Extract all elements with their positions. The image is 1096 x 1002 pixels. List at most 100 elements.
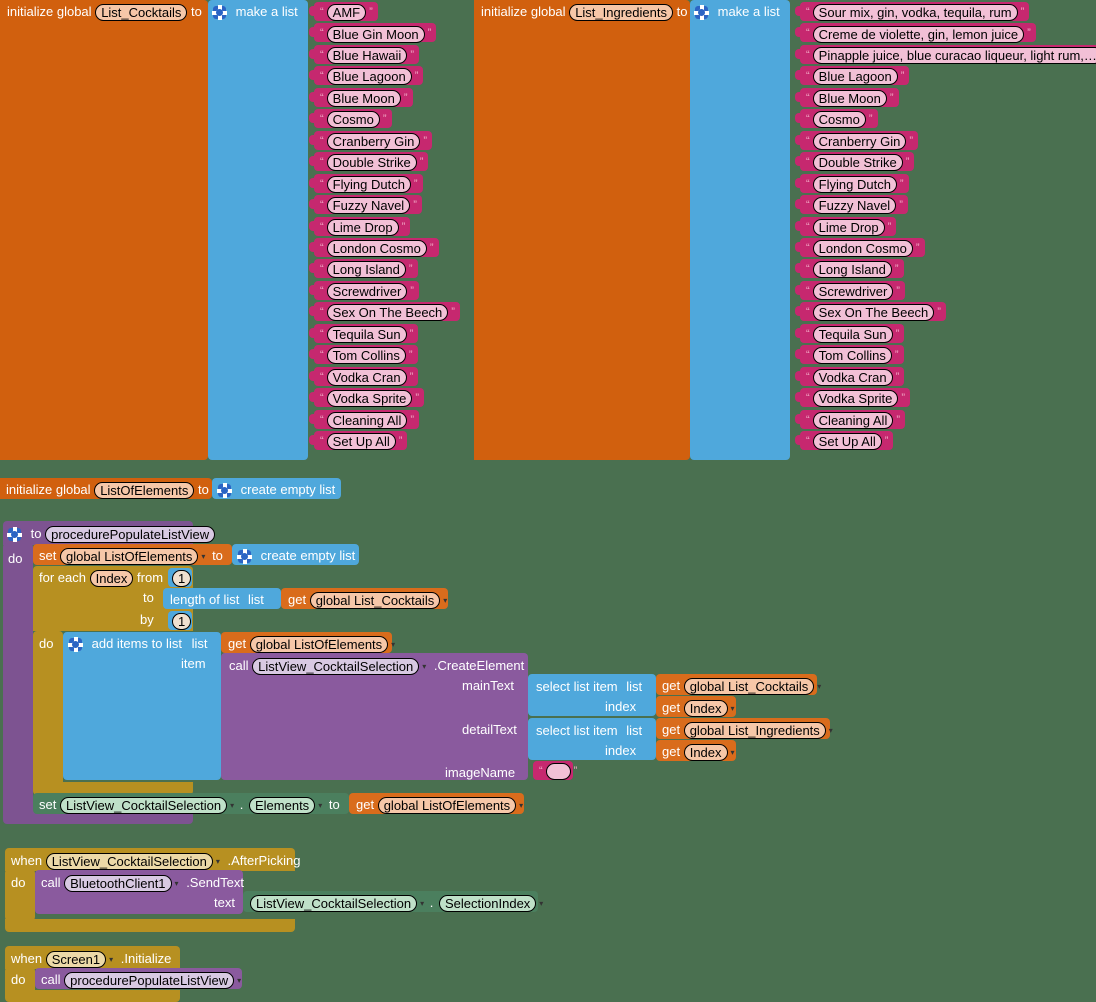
- text-string-block[interactable]: “Blue Lagoon”: [309, 66, 424, 86]
- text-string-block[interactable]: “Set Up All”: [795, 431, 894, 451]
- text-string-block[interactable]: “Flying Dutch”: [309, 173, 423, 193]
- get-index-field-2[interactable]: Index: [683, 744, 728, 762]
- text-string-field[interactable]: Cranberry Gin: [326, 132, 421, 150]
- text-string-block[interactable]: “London Cosmo”: [795, 237, 925, 257]
- text-string-field[interactable]: Cosmo: [812, 111, 866, 129]
- text-string-field[interactable]: Vodka Sprite: [812, 390, 899, 408]
- text-string-block[interactable]: “Tom Collins”: [309, 345, 418, 365]
- text-string-field[interactable]: Blue Gin Moon: [326, 25, 425, 43]
- afterpicking-component-field[interactable]: ListView_CocktailSelection: [45, 853, 213, 871]
- text-string-block[interactable]: “Fuzzy Navel”: [795, 195, 908, 215]
- text-string-field[interactable]: Pinapple juice, blue curacao liqueur, li…: [812, 46, 1096, 64]
- text-string-block[interactable]: “AMF”: [309, 2, 378, 22]
- text-string-field[interactable]: Blue Moon: [812, 89, 887, 107]
- text-string-block[interactable]: “Sour mix, gin, vodka, tequila, rum”: [795, 2, 1030, 22]
- text-string-field[interactable]: Vodka Sprite: [326, 390, 413, 408]
- text-string-block[interactable]: “Sex On The Beech”: [795, 302, 946, 322]
- text-string-block[interactable]: “Screwdriver”: [795, 280, 905, 300]
- get-ingredients-field-1[interactable]: global List_Ingredients: [683, 722, 826, 740]
- text-string-block[interactable]: “Fuzzy Navel”: [309, 195, 422, 215]
- mutator-gear-icon-3[interactable]: [217, 483, 232, 499]
- blocks-canvas[interactable]: initialize global List_Cocktails to make…: [0, 0, 1096, 1002]
- text-string-field[interactable]: Cleaning All: [812, 411, 894, 429]
- text-string-block[interactable]: “Blue Hawaii”: [309, 44, 419, 64]
- text-string-block[interactable]: “Vodka Cran”: [795, 366, 905, 386]
- get-index-field-1[interactable]: Index: [683, 700, 728, 718]
- text-string-block[interactable]: “Blue Gin Moon”: [309, 23, 437, 43]
- text-string-field[interactable]: Set Up All: [812, 433, 882, 451]
- text-string-block[interactable]: “Tequila Sun”: [795, 323, 905, 343]
- procedure-name-field[interactable]: procedurePopulateListView: [45, 526, 216, 544]
- text-string-field[interactable]: Lime Drop: [812, 218, 885, 236]
- get-cocktails-field-1[interactable]: global List_Cocktails: [309, 592, 441, 610]
- sendtext-component-field[interactable]: BluetoothClient1: [64, 875, 172, 893]
- text-string-block[interactable]: “Tom Collins”: [795, 345, 904, 365]
- text-string-block[interactable]: “Cleaning All”: [309, 409, 419, 429]
- text-string-field[interactable]: Blue Lagoon: [812, 68, 898, 86]
- mutator-gear-icon-4[interactable]: [7, 527, 22, 543]
- call-procedure-name-field[interactable]: procedurePopulateListView: [64, 972, 235, 990]
- init-global-cocktails-block[interactable]: [0, 0, 208, 460]
- text-string-block[interactable]: “Vodka Sprite”: [795, 388, 911, 408]
- text-string-field[interactable]: Cranberry Gin: [812, 132, 907, 150]
- text-string-field[interactable]: Blue Lagoon: [326, 68, 412, 86]
- text-string-block[interactable]: “Pinapple juice, blue curacao liqueur, l…: [795, 44, 1096, 64]
- get-listofelements-field-1[interactable]: global ListOfElements: [249, 636, 389, 654]
- text-string-block[interactable]: “Creme de violette, gin, lemon juice”: [795, 23, 1036, 43]
- selectionindex-property-field[interactable]: SelectionIndex: [439, 895, 537, 913]
- text-string-field[interactable]: AMF: [326, 4, 367, 22]
- init-global-ingredients-block[interactable]: [474, 0, 690, 460]
- text-string-field[interactable]: Vodka Cran: [812, 368, 893, 386]
- text-string-field[interactable]: Sex On The Beech: [326, 304, 449, 322]
- text-string-block[interactable]: “Blue Lagoon”: [795, 66, 910, 86]
- from-number-field[interactable]: 1: [172, 570, 192, 587]
- screen1-component-field[interactable]: Screen1: [45, 951, 107, 969]
- text-string-field[interactable]: Flying Dutch: [812, 175, 897, 193]
- text-string-field[interactable]: Screwdriver: [326, 282, 408, 300]
- text-string-block[interactable]: “Cosmo”: [795, 109, 878, 129]
- text-string-block[interactable]: “Vodka Sprite”: [309, 388, 425, 408]
- text-string-field[interactable]: Tom Collins: [326, 347, 406, 365]
- text-string-block[interactable]: “Blue Moon”: [309, 87, 413, 107]
- createelement-component-field[interactable]: ListView_CocktailSelection: [252, 658, 420, 676]
- text-string-field[interactable]: Tom Collins: [812, 347, 892, 365]
- get-listofelements-field-2[interactable]: global ListOfElements: [377, 797, 517, 815]
- mutator-gear-icon-2[interactable]: [694, 5, 709, 21]
- make-a-list-cocktails-block[interactable]: [208, 0, 308, 460]
- text-string-field[interactable]: Long Island: [812, 261, 892, 279]
- set-listview-property-field[interactable]: Elements: [248, 797, 316, 815]
- text-string-block[interactable]: “Cranberry Gin”: [795, 130, 918, 150]
- text-string-block[interactable]: “Long Island”: [309, 259, 418, 279]
- text-string-block[interactable]: “London Cosmo”: [309, 237, 439, 257]
- mutator-gear-icon-6[interactable]: [68, 637, 83, 653]
- global-cocktails-name-field[interactable]: List_Cocktails: [95, 4, 188, 22]
- text-string-field[interactable]: London Cosmo: [326, 240, 427, 257]
- text-string-block[interactable]: “Sex On The Beech”: [309, 302, 460, 322]
- imagename-empty-string-block[interactable]: “ ”: [533, 761, 577, 781]
- text-string-field[interactable]: Tequila Sun: [326, 325, 407, 343]
- global-elements-name-field[interactable]: ListOfElements: [94, 482, 195, 500]
- text-string-block[interactable]: “Lime Drop”: [309, 216, 411, 236]
- text-string-field[interactable]: Fuzzy Navel: [326, 197, 411, 215]
- text-string-field[interactable]: Cleaning All: [326, 411, 408, 429]
- text-string-block[interactable]: “Blue Moon”: [795, 87, 899, 107]
- text-string-block[interactable]: “Cosmo”: [309, 109, 392, 129]
- get-cocktails-field-2[interactable]: global List_Cocktails: [683, 678, 815, 696]
- mutator-gear-icon-5[interactable]: [237, 549, 252, 565]
- text-string-block[interactable]: “Set Up All”: [309, 431, 408, 451]
- text-string-field[interactable]: London Cosmo: [812, 240, 913, 257]
- text-string-field[interactable]: Cosmo: [326, 111, 380, 129]
- text-string-block[interactable]: “Tequila Sun”: [309, 323, 419, 343]
- add-items-to-list-block[interactable]: [63, 632, 221, 780]
- text-string-block[interactable]: “Flying Dutch”: [795, 173, 909, 193]
- global-ingredients-name-field[interactable]: List_Ingredients: [569, 4, 673, 22]
- by-number-field[interactable]: 1: [172, 613, 192, 630]
- text-string-block[interactable]: “Vodka Cran”: [309, 366, 419, 386]
- text-string-field[interactable]: Double Strike: [812, 154, 903, 172]
- text-string-field[interactable]: Sex On The Beech: [812, 304, 935, 322]
- set-listview-component-field[interactable]: ListView_CocktailSelection: [59, 797, 228, 815]
- text-string-field[interactable]: Creme de violette, gin, lemon juice: [812, 25, 1025, 43]
- text-string-field[interactable]: Double Strike: [326, 154, 417, 172]
- make-a-list-ingredients-block[interactable]: [690, 0, 790, 460]
- text-string-block[interactable]: “Double Strike”: [795, 152, 915, 172]
